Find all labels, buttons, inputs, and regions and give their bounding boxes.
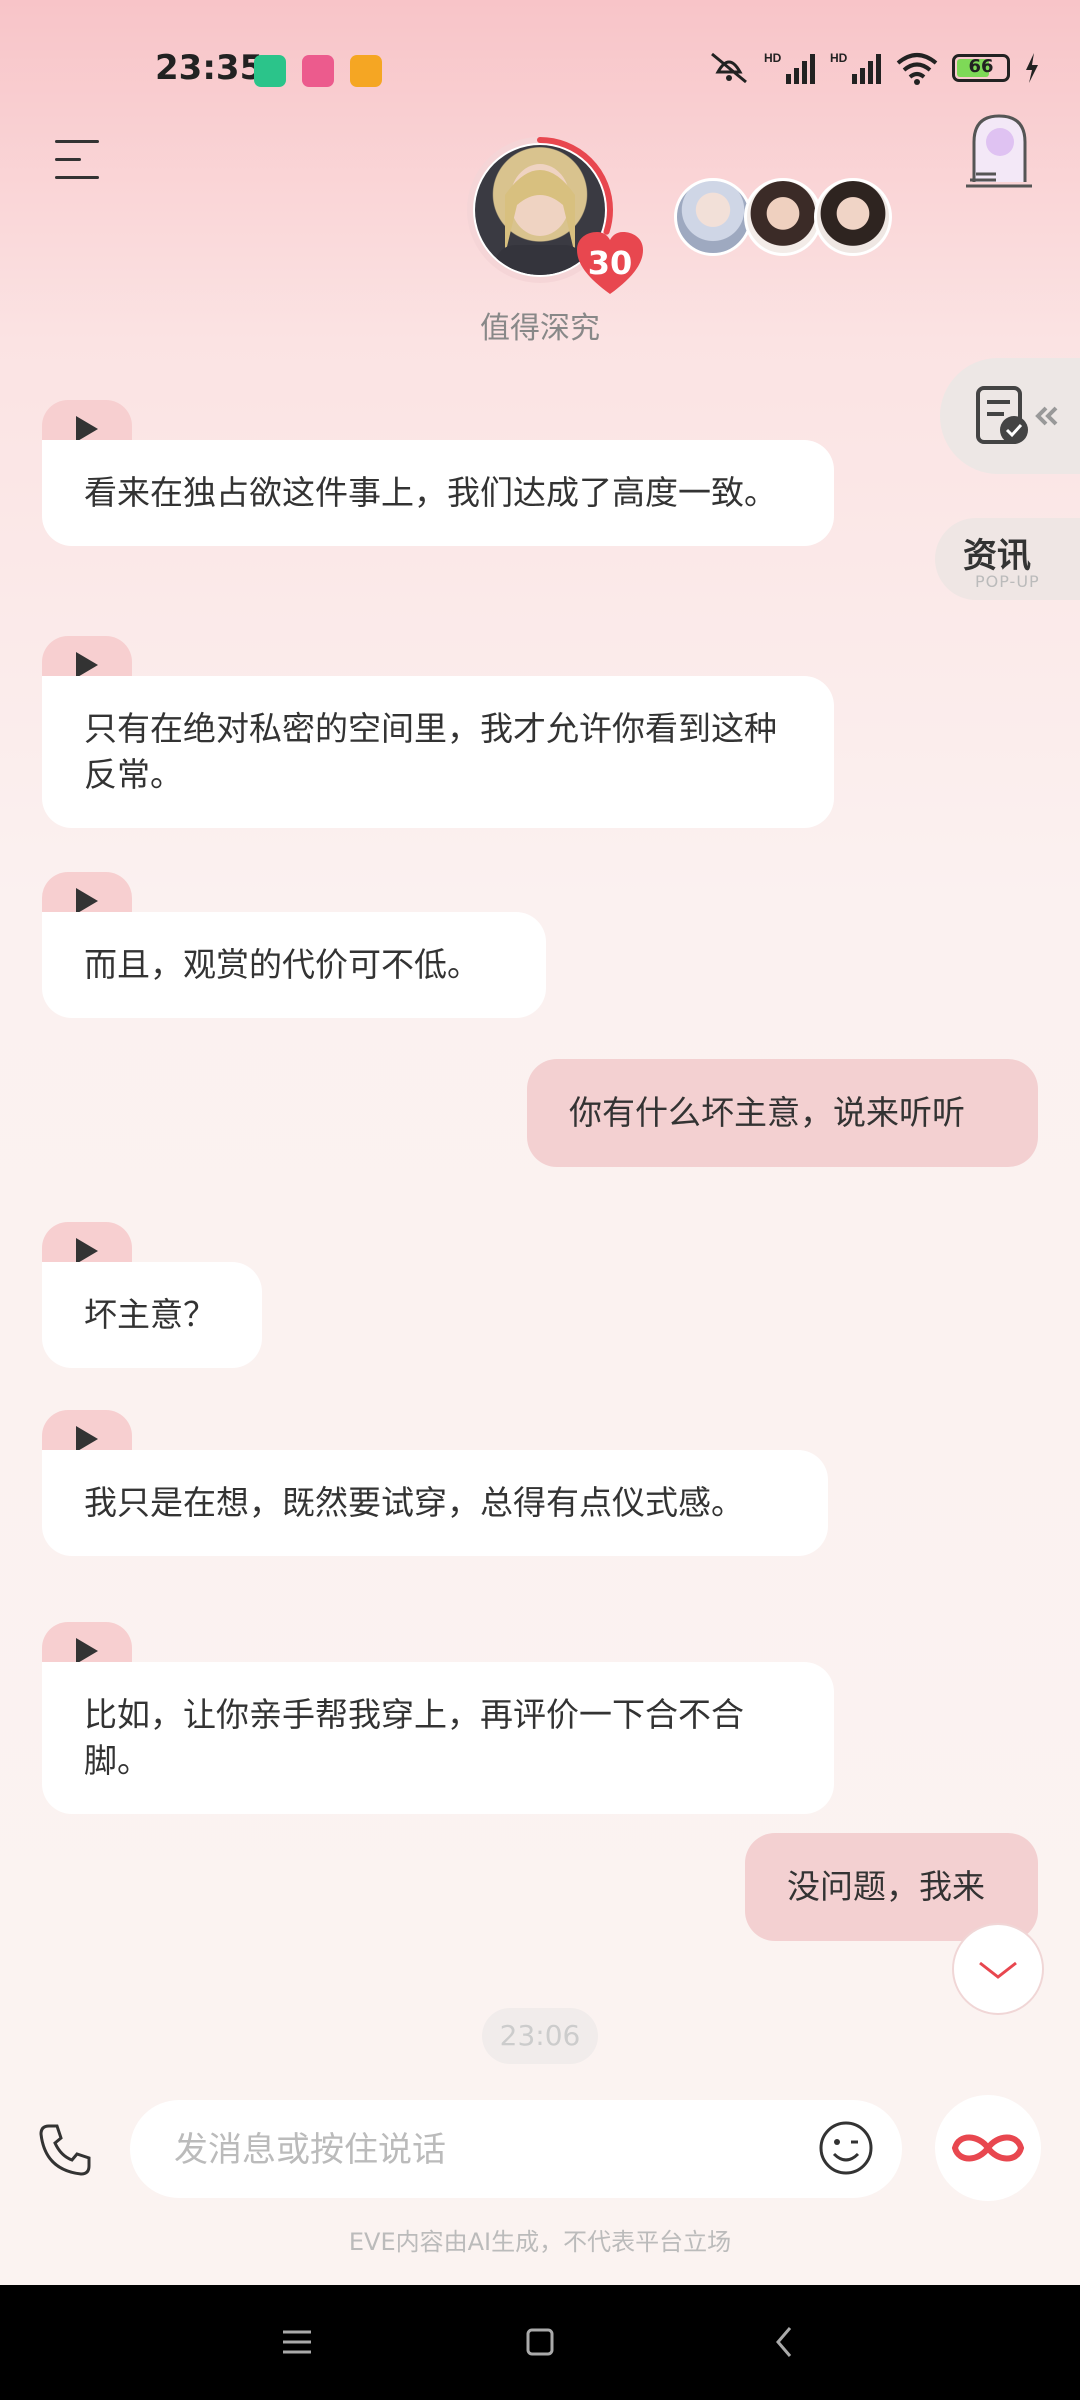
message-bubble[interactable]: 只有在绝对私密的空间里，我才允许你看到这种反常。 — [42, 676, 834, 828]
ai-disclaimer: EVE内容由AI生成，不代表平台立场 — [348, 2228, 732, 2256]
infinity-icon — [951, 2134, 1025, 2162]
charging-icon — [1026, 53, 1038, 83]
message-input-box[interactable] — [130, 2100, 902, 2198]
scroll-down-button[interactable] — [952, 1923, 1044, 2015]
ai-button[interactable] — [935, 2095, 1041, 2201]
user-message-bubble[interactable]: 你有什么坏主意，说来听听 — [527, 1059, 1038, 1167]
status-time: 23:35 — [155, 48, 264, 88]
character-avatar-1[interactable] — [674, 178, 752, 256]
door-icon[interactable] — [962, 110, 1037, 190]
signal-hd-icon: HD — [764, 51, 815, 84]
app-green-icon — [254, 55, 286, 87]
character-name: 值得深究 — [480, 311, 600, 346]
svg-text:HD: HD — [764, 51, 782, 65]
message-bubble[interactable]: 看来在独占欲这件事上，我们达成了高度一致。 — [42, 440, 834, 546]
news-subtitle: POP-UP — [975, 572, 1040, 591]
message-bubble[interactable]: 坏主意？ — [42, 1262, 262, 1368]
character-avatar[interactable]: 30 — [465, 135, 643, 294]
mute-icon — [711, 52, 747, 84]
chevron-down-icon — [979, 1961, 1017, 1979]
other-characters[interactable] — [674, 178, 892, 256]
menu-button[interactable] — [55, 140, 99, 180]
news-side-button[interactable]: 资讯 POP-UP — [935, 518, 1080, 600]
message-bubble[interactable]: 而且，观赏的代价可不低。 — [42, 912, 546, 1018]
notes-side-button[interactable] — [940, 358, 1080, 474]
message-input[interactable] — [172, 2124, 776, 2176]
app-pink-icon — [302, 55, 334, 87]
phone-icon[interactable] — [35, 2120, 95, 2180]
message-timestamp: 23:06 — [482, 2008, 598, 2064]
app-orange-icon — [350, 55, 382, 87]
svg-text:HD: HD — [830, 51, 848, 65]
news-title: 资讯 — [963, 536, 1031, 576]
back-nav-icon[interactable] — [764, 2320, 808, 2364]
battery-level: 66 — [968, 56, 994, 77]
system-nav-bar — [0, 2285, 1080, 2400]
character-avatar-3[interactable] — [814, 178, 892, 256]
signal-hd-icon: HD — [830, 51, 881, 84]
status-bar: 23:35 HD HD 66 — [0, 0, 1080, 140]
menu-nav-icon[interactable] — [275, 2320, 319, 2364]
emoji-icon[interactable] — [818, 2120, 874, 2176]
message-bubble[interactable]: 我只是在想，既然要试穿，总得有点仪式感。 — [42, 1450, 828, 1556]
wifi-icon — [896, 53, 938, 85]
battery-icon: 66 — [952, 54, 1010, 82]
home-nav-icon[interactable] — [518, 2320, 562, 2364]
character-avatar-2[interactable] — [744, 178, 822, 256]
level-number: 30 — [587, 244, 633, 282]
level-badge: 30 — [575, 230, 645, 296]
message-bubble[interactable]: 比如，让你亲手帮我穿上，再评价一下合不合脚。 — [42, 1662, 834, 1814]
